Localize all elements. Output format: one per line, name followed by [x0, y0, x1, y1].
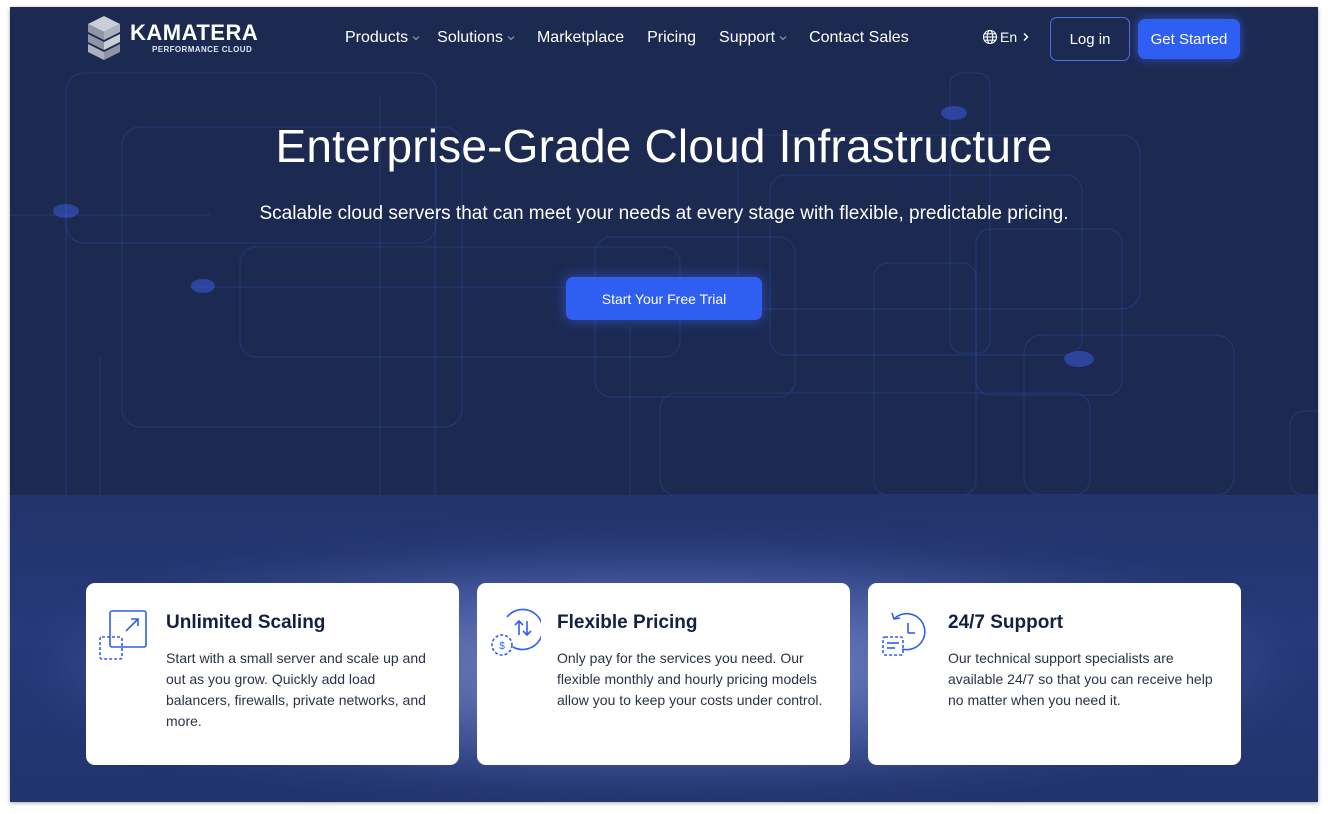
- nav-item-solutions[interactable]: Solutions: [437, 27, 515, 49]
- scale-up-icon: [99, 610, 147, 660]
- globe-icon: [982, 29, 998, 45]
- hero-title: Enterprise-Grade Cloud Infrastructure: [275, 120, 1053, 172]
- nav-item-label: Products: [345, 29, 409, 46]
- nav-item-label: Solutions: [437, 29, 503, 46]
- chevron-down-icon: [779, 36, 787, 41]
- nav-item-label: Contact Sales: [809, 29, 909, 46]
- get-started-button[interactable]: Get Started: [1138, 19, 1240, 59]
- brand-tagline: PERFORMANCE CLOUD: [152, 45, 253, 54]
- circuit-background-pattern: [10, 72, 1318, 495]
- chevron-down-icon: [507, 36, 515, 41]
- language-label: En: [1000, 29, 1018, 45]
- nav-item-contact-sales[interactable]: Contact Sales: [809, 27, 909, 49]
- svg-text:$: $: [499, 641, 505, 652]
- feature-title: 24/7 Support: [948, 612, 1064, 633]
- page: KAMATERA PERFORMANCE CLOUD Products Solu…: [10, 7, 1318, 802]
- chevron-down-icon: [412, 36, 420, 41]
- nav-item-label: Support: [719, 29, 776, 46]
- brand-name: KAMATERA: [130, 20, 259, 45]
- feature-card-scaling: Unlimited Scaling Start with a small ser…: [86, 583, 459, 765]
- site-header: KAMATERA PERFORMANCE CLOUD Products Solu…: [10, 7, 1318, 71]
- nav-item-products[interactable]: Products: [345, 27, 420, 49]
- nav-item-label: Pricing: [647, 29, 697, 46]
- nav-item-marketplace[interactable]: Marketplace: [537, 27, 624, 49]
- feature-card-pricing: $ Flexible Pricing Only pay for the serv…: [477, 583, 850, 765]
- login-button[interactable]: Log in: [1050, 17, 1130, 61]
- nav-item-support[interactable]: Support: [719, 27, 787, 49]
- main-nav: Products Solutions Marketplace Pricing S…: [345, 27, 909, 49]
- feature-description: Our technical support specialists are av…: [948, 650, 1213, 708]
- hero-subtitle: Scalable cloud servers that can meet you…: [259, 203, 1069, 224]
- feature-description: Start with a small server and scale up a…: [166, 650, 426, 729]
- feature-title: Unlimited Scaling: [166, 612, 326, 633]
- kamatera-logo-icon: [88, 16, 120, 60]
- brand-logo[interactable]: KAMATERA PERFORMANCE CLOUD: [86, 15, 258, 61]
- nav-item-label: Marketplace: [536, 29, 625, 46]
- support-clock-icon: [882, 612, 926, 656]
- pricing-icon: $: [491, 608, 541, 656]
- feature-card-support: 24/7 Support Our technical support speci…: [868, 583, 1241, 765]
- chevron-right-icon: [1023, 33, 1029, 41]
- language-selector[interactable]: En: [982, 29, 1031, 45]
- feature-description: Only pay for the services you need. Our …: [557, 650, 823, 708]
- feature-title: Flexible Pricing: [557, 612, 698, 633]
- hero-background: [10, 7, 1318, 495]
- start-free-trial-button[interactable]: Start Your Free Trial: [566, 277, 762, 320]
- nav-item-pricing[interactable]: Pricing: [647, 27, 696, 49]
